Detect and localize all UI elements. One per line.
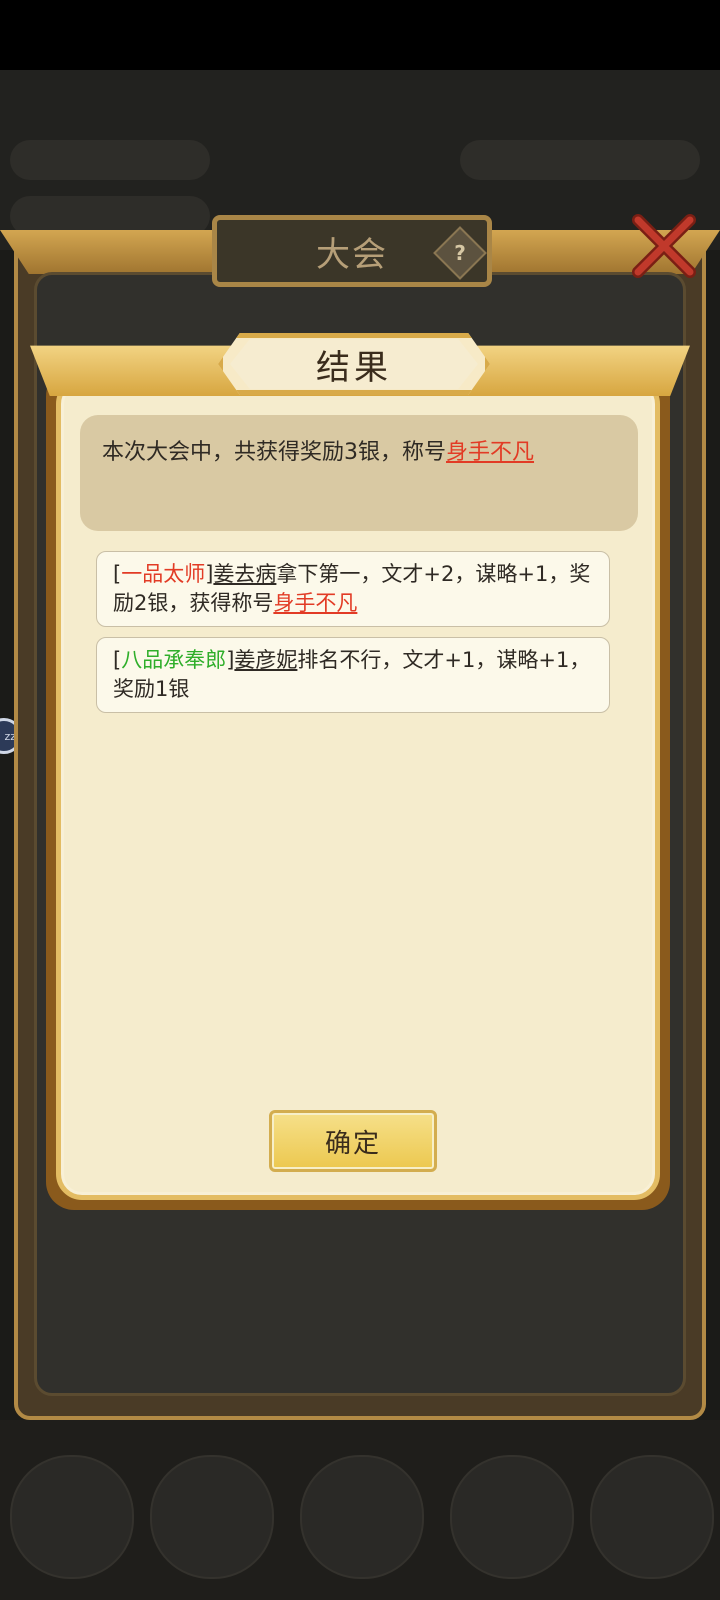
confirm-button[interactable]: 确定 <box>269 1110 437 1172</box>
background-pill <box>460 140 700 180</box>
status-bar <box>0 0 720 70</box>
result-summary: 本次大会中，共获得奖励3银，称号身手不凡 <box>80 415 638 531</box>
background-pill <box>10 140 210 180</box>
background-nav-item <box>10 1455 134 1579</box>
outer-dialog-title: 大会 <box>316 234 388 275</box>
summary-text: 本次大会中，共获得奖励3银，称号 <box>102 440 446 465</box>
close-icon[interactable] <box>628 210 700 282</box>
result-title-plaque: 结果 <box>230 339 478 389</box>
result-entry: [一品太师]姜去病拿下第一，文才+2，谋略+1，奖励2银，获得称号身手不凡 <box>96 551 610 627</box>
result-entry: [八品承奉郎]姜彦妮排名不行，文才+1，谋略+1，奖励1银 <box>96 637 610 713</box>
entry-honor-title[interactable]: 身手不凡 <box>273 591 357 615</box>
entry-name[interactable]: 姜彦妮 <box>234 648 297 672</box>
summary-honor-title[interactable]: 身手不凡 <box>446 440 534 465</box>
background-nav-item <box>150 1455 274 1579</box>
entry-rank: 八品承奉郎 <box>121 648 227 672</box>
confirm-button-label: 确定 <box>324 1128 381 1159</box>
background-nav-item <box>450 1455 574 1579</box>
background-nav-item <box>590 1455 714 1579</box>
entry-name[interactable]: 姜去病 <box>213 562 276 586</box>
background-nav-item <box>300 1455 424 1579</box>
entry-rank: 一品太师 <box>121 562 206 586</box>
result-title: 结果 <box>316 347 392 388</box>
